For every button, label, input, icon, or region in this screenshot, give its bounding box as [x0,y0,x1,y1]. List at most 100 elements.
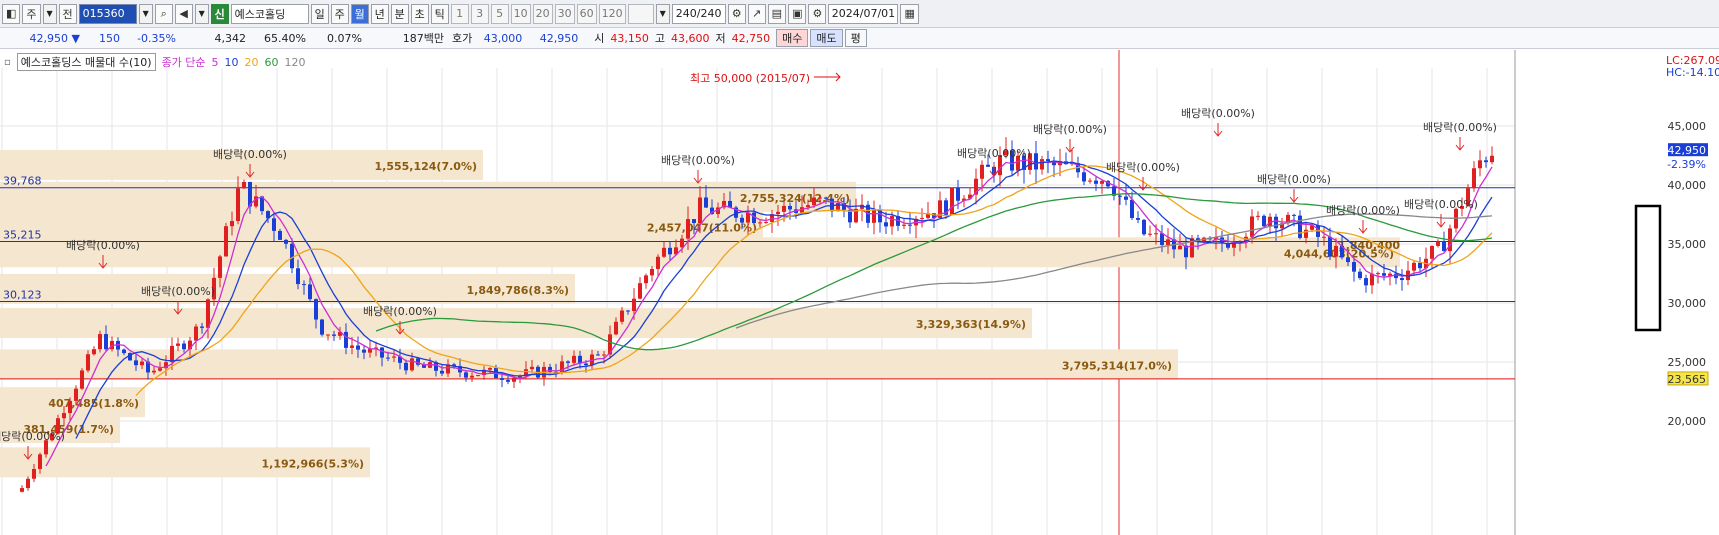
dividend-label: 배당락(0.00%) [1423,121,1497,134]
legend-title[interactable]: 예스코홀딩스 매물대 수(10) [16,53,156,71]
buy-button[interactable]: 매수 [776,29,809,47]
candle-body [1154,233,1158,235]
nav-dropdown-icon[interactable]: ▼ [194,3,209,24]
candle-body [302,284,306,286]
candle-body [758,222,762,224]
code-dropdown-icon[interactable]: ▼ [138,3,153,24]
turnover-pct: 0.07% [327,31,362,45]
candle-body [1274,216,1278,229]
hoga-ask: 43,000 [483,31,523,45]
legend-ma10: 10 [224,55,239,69]
candle-body [356,345,360,350]
candle-body [464,372,468,378]
candle-body [158,368,162,371]
interval-120[interactable]: 120 [598,3,626,24]
candle-body [1178,245,1182,250]
candle-body [1322,236,1326,238]
candle-body [1376,273,1380,275]
candle-body [692,219,696,224]
candle-body [650,268,654,276]
candle-body [278,230,282,240]
candle-body [788,205,792,210]
hc-label: HC:-14.10 [1666,66,1719,79]
search-icon[interactable]: ⌕ [154,3,173,24]
dividend-arrow [1213,123,1223,137]
chart-legend: ▫ 예스코홀딩스 매물대 수(10) 종가 단순 5 10 20 60 120 [4,53,306,71]
chart-tools-icon[interactable]: ⚙ [727,3,746,24]
y-tick-label: 40,000 [1668,179,1707,192]
period-year[interactable]: 년 [370,3,389,24]
candle-body [632,298,636,312]
candle-body [614,321,618,335]
speaker-icon[interactable]: ◀ [174,3,193,24]
period-week[interactable]: 주 [330,3,349,24]
dividend-label: 배당락(0.00%) [1181,107,1255,120]
dividend-label: 배당락(0.00%) [141,285,215,298]
window-icon[interactable]: ◧ [2,3,21,24]
dividend-label: 배당락(0.00%) [363,305,437,318]
mode-select[interactable]: 주 [22,3,41,24]
candle-body [440,370,444,374]
candle-body [68,400,72,414]
candle-body [812,197,816,206]
period-day[interactable]: 일 [310,3,329,24]
sell-button[interactable]: 매도 [810,29,843,47]
high-label: 고 [654,32,665,45]
period-tick[interactable]: 틱 [430,3,449,24]
dividend-label: 배당락(0.00%) [661,154,735,167]
stock-code-input[interactable]: 015360 [78,3,137,24]
date-input[interactable]: 2024/07/01 [828,3,899,24]
save-icon[interactable]: ▣ [788,3,807,24]
draw-icon[interactable]: ↗ [747,3,766,24]
candle-body [308,284,312,300]
candle-body [506,379,510,382]
candle-body [1046,159,1050,162]
collapse-icon[interactable]: ▫ [4,57,11,68]
calendar-icon[interactable]: ▦ [900,3,919,24]
candle-body [818,197,822,199]
candle-body [986,164,990,167]
dividend-label: 배당락(0.00%) [66,239,140,252]
candle-body [680,238,684,248]
chart-app: ◧ 주 ▼ 전 015360 ▼ ⌕ ◀ ▼ 신 예스코홀딩 일 주 월 년 분… [0,0,1719,535]
candle-body [1250,216,1254,237]
interval-20[interactable]: 20 [532,3,553,24]
candle-body [1334,245,1338,257]
candle-body [1094,180,1098,184]
candle-body [86,354,90,371]
interval-10[interactable]: 10 [510,3,531,24]
jeon-button[interactable]: 전 [58,3,77,24]
candle-body [1088,180,1092,182]
candle-body [500,378,504,380]
volume-profile-label: 1,192,966(5.3%) [262,457,365,470]
interval-dropdown-icon[interactable]: ▼ [655,3,670,24]
pyeong-button[interactable]: 평 [844,29,867,47]
candle-body [1082,172,1086,182]
period-second[interactable]: 초 [410,3,429,24]
period-minute[interactable]: 분 [390,3,409,24]
current-price-label: 42,950 [1668,144,1707,157]
interval-1[interactable]: 1 [450,3,469,24]
gear-icon[interactable]: ⚙ [808,3,827,24]
candle-body [236,188,240,221]
candle-body [62,413,66,419]
candle-body [824,197,828,199]
interval-60[interactable]: 60 [576,3,597,24]
legend-ma120: 120 [284,55,306,69]
period-month[interactable]: 월 [350,3,369,24]
candle-body [1262,215,1266,227]
interval-3[interactable]: 3 [470,3,489,24]
candle-body [1490,155,1494,163]
print-icon[interactable]: ▤ [767,3,787,24]
candle-body [704,197,708,208]
candle-body [230,220,234,227]
candle-body [470,375,474,378]
chevron-down-icon[interactable]: ▼ [42,3,57,24]
candle-body [572,355,576,363]
interval-5[interactable]: 5 [490,3,509,24]
interval-30[interactable]: 30 [554,3,575,24]
bar-count[interactable]: 240/240 [671,3,726,24]
price-chart[interactable]: 1,555,124(7.0%)2,755,324(12.4%)2,457,047… [0,50,1719,535]
candle-body [74,388,78,401]
interval-custom[interactable] [627,3,654,24]
